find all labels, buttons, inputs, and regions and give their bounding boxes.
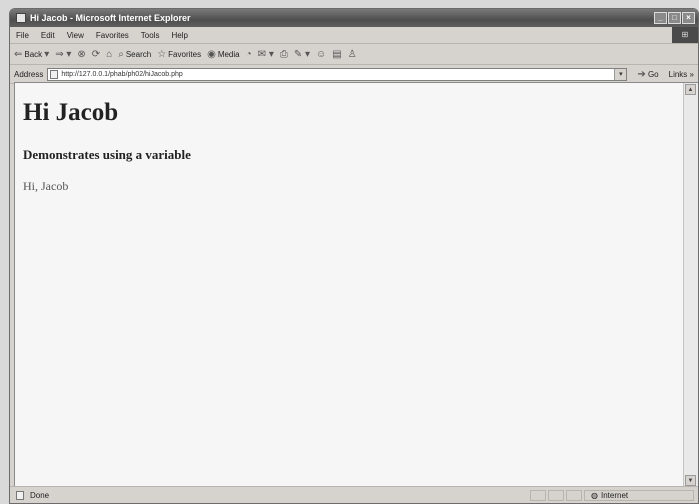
go-button[interactable]: ➔ Go [631, 69, 664, 80]
edit-icon[interactable]: ✎ ▾ [294, 49, 310, 60]
menu-file[interactable]: File [10, 31, 35, 40]
status-pane [548, 489, 564, 501]
status-bar: Done ◍ Internet [10, 486, 698, 503]
status-message: Done [14, 490, 530, 500]
window-controls: _ □ × [654, 12, 695, 24]
search-button[interactable]: ⌕ Search [118, 49, 151, 60]
discuss-icon[interactable]: ☺ [316, 49, 326, 60]
favorites-button[interactable]: ☆ Favorites [157, 49, 201, 60]
page-icon [50, 69, 59, 79]
browser-window: Hi Jacob - Microsoft Internet Explorer _… [9, 8, 699, 504]
media-label: Media [217, 49, 240, 59]
title-bar[interactable]: Hi Jacob - Microsoft Internet Explorer _… [10, 9, 698, 27]
page-heading: Hi Jacob [23, 99, 119, 126]
go-label: Go [647, 69, 659, 79]
favorites-star-icon: ☆ [157, 48, 167, 60]
page-content: Hi Jacob Demonstrates using a variable H… [15, 83, 684, 487]
refresh-icon[interactable]: ⟳ [92, 49, 100, 60]
search-icon: ⌕ [118, 48, 124, 60]
mail-icon[interactable]: ✉ ▾ [258, 49, 274, 60]
menu-help[interactable]: Help [165, 31, 193, 40]
status-pane [566, 489, 582, 501]
ie-logo-icon [16, 13, 26, 23]
menu-bar: File Edit View Favorites Tools Help ⊞ [10, 27, 698, 44]
internet-globe-icon: ◍ [591, 490, 598, 500]
stop-icon[interactable]: ⊗ [77, 49, 85, 60]
status-page-icon [16, 490, 24, 500]
status-pane [530, 489, 546, 501]
address-label: Address [14, 69, 44, 79]
window-title: Hi Jacob - Microsoft Internet Explorer [30, 13, 191, 23]
menu-edit[interactable]: Edit [35, 31, 61, 40]
forward-button[interactable]: ⇒ ▾ [55, 49, 71, 60]
favorites-label: Favorites [168, 49, 202, 59]
history-icon[interactable]: ◔ [246, 49, 252, 60]
scroll-up-icon[interactable]: ▲ [685, 84, 696, 95]
research-icon[interactable]: ▤ [332, 49, 341, 60]
back-arrow-icon: ⇐ [14, 48, 23, 60]
menu-favorites[interactable]: Favorites [90, 31, 135, 40]
zone-label: Internet [600, 490, 629, 500]
security-zone: ◍ Internet [584, 489, 694, 501]
back-dropdown-icon[interactable]: ▾ [44, 49, 49, 60]
menu-tools[interactable]: Tools [135, 31, 166, 40]
links-button[interactable]: Links » [669, 70, 698, 79]
print-icon[interactable]: ⎙ [280, 49, 288, 60]
home-icon[interactable]: ⌂ [106, 49, 112, 60]
address-input[interactable]: http://127.0.0.1/phab/ph02/hiJacob.php ▾ [47, 67, 628, 81]
links-label: Links [668, 69, 688, 79]
go-arrow-icon: ➔ [637, 68, 646, 80]
close-button[interactable]: × [682, 12, 695, 24]
page-viewport: Hi Jacob Demonstrates using a variable H… [14, 82, 698, 487]
address-dropdown-icon[interactable]: ▾ [614, 68, 627, 80]
messenger-icon[interactable]: ♙ [348, 49, 357, 60]
standard-toolbar: ⇐ Back ▾ ⇒ ▾ ⊗ ⟳ ⌂ ⌕ Search ☆ Favorites … [10, 44, 698, 65]
links-chevron-icon: » [689, 69, 694, 79]
media-button[interactable]: ◉ Media [207, 49, 240, 60]
status-panes: ◍ Internet [530, 489, 694, 501]
search-label: Search [125, 49, 152, 59]
page-body-text: Hi, Jacob [23, 179, 69, 193]
scroll-down-icon[interactable]: ▼ [685, 475, 696, 486]
windows-logo-icon: ⊞ [672, 27, 698, 43]
status-text: Done [30, 490, 50, 500]
address-url[interactable]: http://127.0.0.1/phab/ph02/hiJacob.php [61, 71, 182, 78]
menu-view[interactable]: View [61, 31, 90, 40]
minimize-button[interactable]: _ [654, 12, 667, 24]
maximize-button[interactable]: □ [668, 12, 681, 24]
media-icon: ◉ [207, 48, 216, 60]
back-button[interactable]: ⇐ Back ▾ [14, 49, 49, 60]
page-subheading: Demonstrates using a variable [23, 147, 191, 162]
vertical-scrollbar[interactable]: ▲ ▼ [683, 83, 698, 487]
back-label: Back [24, 49, 43, 59]
